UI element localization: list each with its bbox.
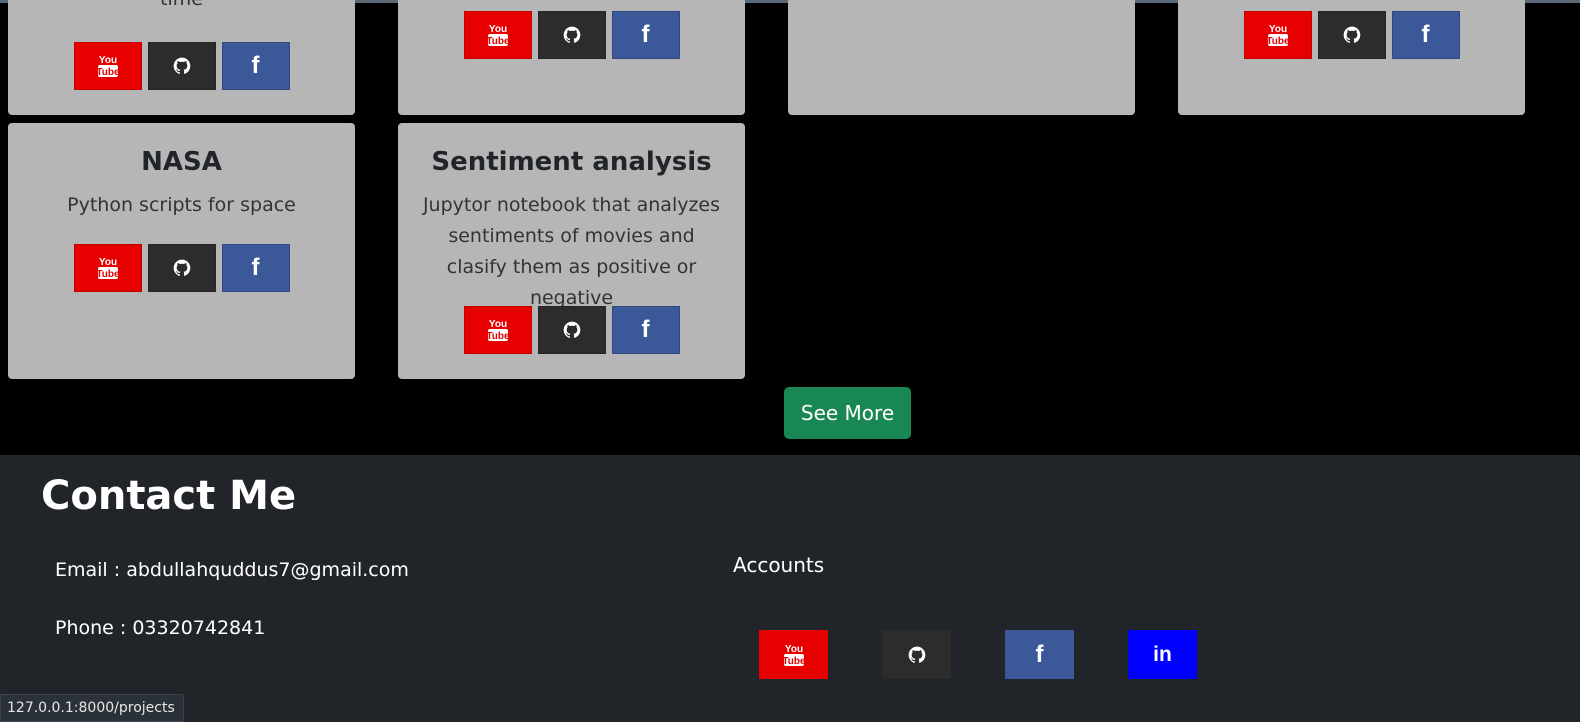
card-title: NASA — [141, 147, 222, 177]
youtube-icon — [485, 24, 510, 47]
facebook-button[interactable]: f — [221, 244, 290, 292]
card-description: time — [26, 0, 337, 15]
github-icon — [563, 321, 580, 338]
card-description: Python scripts for space — [67, 194, 296, 216]
facebook-icon: f — [1421, 21, 1430, 48]
contact-phone: Phone : 03320742841 — [55, 617, 266, 639]
card-social-links: f — [398, 306, 745, 354]
contact-email: Email : abdullahquddus7@gmail.com — [55, 559, 409, 581]
github-icon — [173, 57, 190, 74]
youtube-icon — [1265, 24, 1290, 47]
project-card: f — [1178, 0, 1525, 115]
card-title: Sentiment analysis — [431, 147, 712, 177]
facebook-button[interactable]: f — [221, 42, 290, 90]
project-card: NASA Python scripts for space f — [8, 123, 355, 379]
facebook-icon: f — [641, 21, 650, 48]
card-social-links: f — [1178, 11, 1525, 59]
facebook-button[interactable]: f — [1391, 11, 1460, 59]
facebook-account-button[interactable]: f — [1005, 630, 1074, 679]
youtube-button[interactable] — [73, 244, 142, 292]
github-icon — [563, 26, 580, 43]
project-card: Sentiment analysis Jupytor notebook that… — [398, 123, 745, 379]
youtube-icon — [95, 55, 120, 78]
facebook-button[interactable]: f — [611, 11, 680, 59]
facebook-icon: f — [251, 254, 260, 281]
facebook-icon: f — [641, 316, 650, 343]
github-button[interactable] — [147, 42, 216, 90]
github-icon — [1343, 26, 1360, 43]
youtube-account-button[interactable] — [759, 630, 828, 679]
facebook-button[interactable]: f — [611, 306, 680, 354]
contact-title: Contact Me — [41, 473, 297, 519]
youtube-icon — [95, 257, 120, 280]
github-icon — [908, 646, 925, 663]
contact-footer: Contact Me Email : abdullahquddus7@gmail… — [0, 455, 1580, 722]
github-button[interactable] — [1317, 11, 1386, 59]
github-button[interactable] — [147, 244, 216, 292]
card-social-links: f — [8, 42, 355, 90]
project-card: time f — [8, 0, 355, 115]
youtube-button[interactable] — [73, 42, 142, 90]
facebook-icon: f — [251, 52, 260, 79]
youtube-icon — [485, 319, 510, 342]
github-account-button[interactable] — [882, 630, 951, 679]
project-card — [788, 0, 1135, 115]
status-bar-url: 127.0.0.1:8000/projects — [0, 694, 184, 722]
youtube-icon — [781, 643, 806, 667]
github-icon — [173, 259, 190, 276]
linkedin-account-button[interactable]: in — [1128, 630, 1197, 679]
youtube-button[interactable] — [463, 11, 532, 59]
card-social-links: f — [8, 244, 355, 292]
see-more-button[interactable]: See More — [784, 387, 911, 439]
card-social-links: f — [398, 11, 745, 59]
youtube-button[interactable] — [1243, 11, 1312, 59]
accounts-label: Accounts — [733, 553, 825, 577]
github-button[interactable] — [537, 11, 606, 59]
linkedin-icon: in — [1153, 643, 1172, 666]
card-description: Jupytor notebook that analyzes sentiment… — [422, 194, 721, 309]
facebook-icon: f — [1035, 640, 1044, 668]
youtube-button[interactable] — [463, 306, 532, 354]
project-card: f — [398, 0, 745, 115]
github-button[interactable] — [537, 306, 606, 354]
